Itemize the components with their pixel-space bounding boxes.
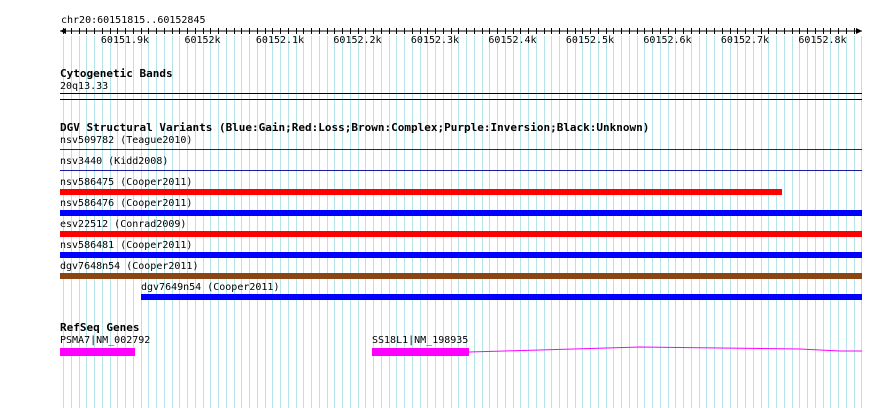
gene-feature-ss18l1-intron[interactable] <box>0 0 890 408</box>
